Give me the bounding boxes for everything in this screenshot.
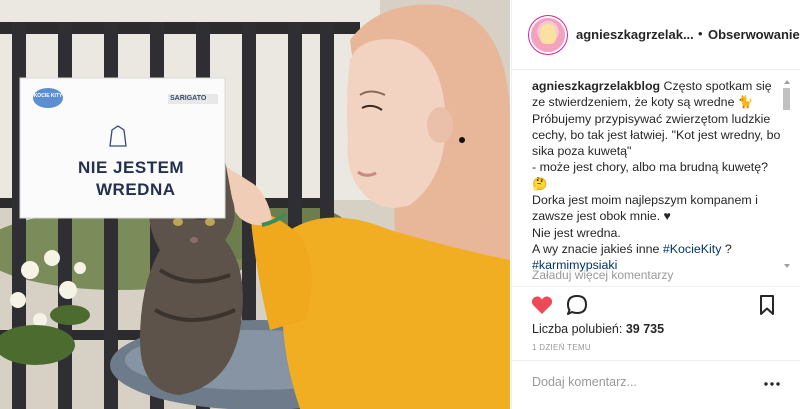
scroll-thumb[interactable] [783,88,790,110]
action-bar [512,286,800,320]
thinking-emoji: 🤔 [532,176,548,191]
scroll-up-arrow-icon[interactable] [784,80,790,84]
comment-icon[interactable] [565,293,589,317]
comments-scrollbar[interactable] [782,80,792,270]
post-header: agnieszkagrzelak... • Obserwowanie [512,0,800,70]
photo-scene [0,0,510,409]
avatar[interactable] [531,18,565,52]
caption-text-3: - może jest chory, albo ma brudną kuwetę… [532,160,768,175]
likes-count[interactable]: Liczba polubień: 39 735 [532,322,664,336]
post-date[interactable]: 1 DZIEŃ TEMU [532,343,591,352]
likes-number: 39 735 [625,322,665,336]
caption-text-7: ? [721,241,732,256]
comments-section: agnieszkagrzelakblog Często spotkam się … [512,70,794,286]
hashtag-kociekity[interactable]: #KocieKity [663,242,722,256]
following-button[interactable]: Obserwowanie [708,27,800,42]
more-options-icon[interactable] [762,374,782,394]
heart-emoji: ♥ [663,209,671,224]
post-photo[interactable]: KOCIE KITY SARIGATO NIE JESTEM WREDNA [0,0,510,409]
cat-emoji: 🐈 [737,95,754,110]
add-comment-input[interactable] [532,375,742,389]
separator-dot: • [698,26,703,41]
bookmark-icon[interactable] [755,293,779,317]
heart-icon[interactable] [530,293,554,317]
caption-text-5: Nie jest wredna. [532,225,621,240]
sign-brand-right: SARIGATO [170,95,207,102]
scroll-down-arrow-icon[interactable] [784,264,790,268]
caption-text-2: Próbujemy przypisywać zwierzętom ludzkie… [532,111,781,159]
add-comment-bar [512,360,800,409]
sign-line-2: WREDNA [96,180,176,199]
likes-label: Liczba polubień: [532,322,626,336]
caption-text-6: A wy znacie jakieś inne [532,241,663,256]
load-more-comments-button[interactable]: Załaduj więcej komentarzy [532,268,673,282]
instagram-post: KOCIE KITY SARIGATO NIE JESTEM WREDNA ag… [0,0,800,409]
username-link[interactable]: agnieszkagrzelak... [576,27,694,42]
caption-text-4: Dorka jest moim najlepszym kompanem i za… [532,193,758,224]
caption-username[interactable]: agnieszkagrzelakblog [532,79,660,93]
post-caption: agnieszkagrzelakblog Często spotkam się … [532,78,784,274]
post-sidebar: agnieszkagrzelak... • Obserwowanie agnie… [511,0,800,409]
sign-line-1: NIE JESTEM [78,158,185,177]
sign-brand-left: KOCIE KITY [33,93,63,99]
